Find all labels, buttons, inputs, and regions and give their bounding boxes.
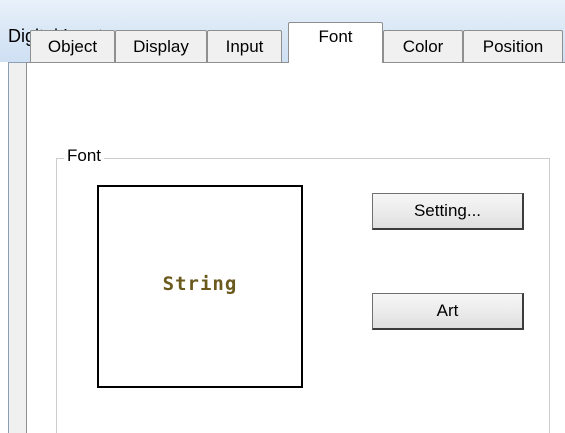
tab-position[interactable]: Position bbox=[463, 30, 563, 62]
art-button[interactable]: Art bbox=[372, 293, 524, 330]
font-preview-box: String bbox=[97, 185, 303, 388]
tab-label: Display bbox=[133, 36, 189, 56]
font-setting-button[interactable]: Setting... bbox=[372, 193, 524, 230]
tab-label: Color bbox=[402, 36, 444, 56]
font-preview-text: String bbox=[162, 273, 238, 295]
tab-label: Object bbox=[47, 36, 98, 56]
tab-label: Font bbox=[318, 27, 353, 46]
tab-label: Input bbox=[225, 36, 264, 56]
tab-font[interactable]: Font bbox=[288, 22, 383, 63]
tab-input[interactable]: Input bbox=[207, 30, 282, 62]
tab-display[interactable]: Display bbox=[115, 30, 207, 62]
font-group-label: Font bbox=[64, 146, 105, 166]
tab-color[interactable]: Color bbox=[383, 30, 463, 62]
tab-label: Position bbox=[482, 36, 544, 56]
tab-object[interactable]: Object bbox=[30, 30, 115, 62]
